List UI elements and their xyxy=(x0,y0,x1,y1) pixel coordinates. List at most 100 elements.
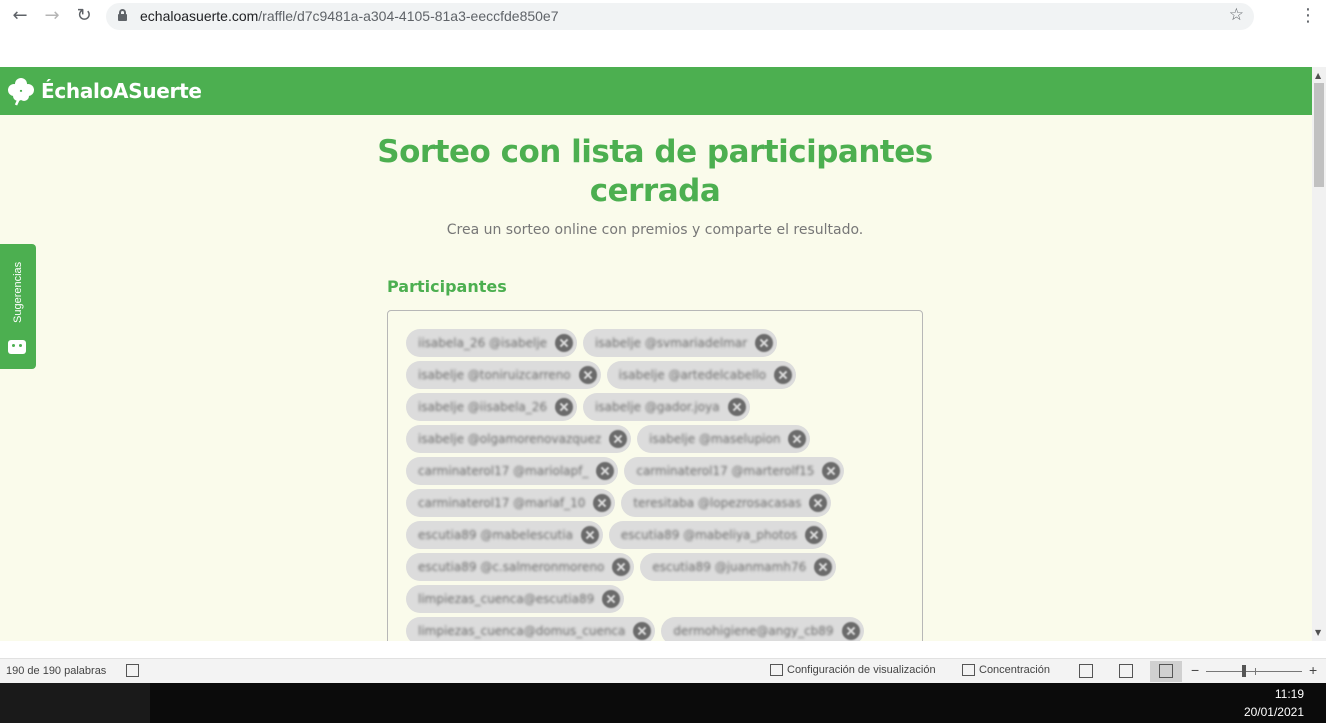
participant-chip: limpiezas_cuenca@escutia89 xyxy=(406,585,625,613)
participant-chip: isabelje @iisabela_26 xyxy=(406,393,578,421)
address-bar[interactable]: echaloasuerte.com/raffle/d7c9481a-a304-4… xyxy=(106,3,1254,30)
participant-row: carminaterol17 @mariolapf_ carminaterol17… xyxy=(406,457,906,489)
remove-participant-icon[interactable] xyxy=(593,494,612,512)
participant-chip: carminaterol17 @mariaf_10 xyxy=(406,489,616,517)
participant-chip: carminaterol17 @marterolf15 xyxy=(624,457,845,485)
participant-name: escutia89 @mabelescutia xyxy=(418,528,573,542)
participant-name: carminaterol17 @mariaf_10 xyxy=(418,496,586,510)
participant-chip: isabelje @maselupion xyxy=(637,425,811,453)
participant-name: carminaterol17 @mariolapf_ xyxy=(418,464,589,478)
remove-participant-icon[interactable] xyxy=(578,366,597,384)
clock-time[interactable]: 11:19 xyxy=(1275,687,1304,701)
participant-name: isabelje @maselupion xyxy=(649,432,781,446)
proofing-icon[interactable] xyxy=(126,664,139,677)
participants-input[interactable]: iisabela_26 @isabelje isabelje @svmariade… xyxy=(387,310,923,641)
clock-date[interactable]: 20/01/2021 xyxy=(1244,705,1304,719)
taskbar: 11:19 20/01/2021 xyxy=(0,683,1326,723)
participant-row: escutia89 @c.salmeronmoreno escutia89 @ju… xyxy=(406,553,906,585)
participants-heading: Participantes xyxy=(387,277,507,296)
remove-participant-icon[interactable] xyxy=(805,526,824,544)
scroll-down-icon[interactable]: ▼ xyxy=(1315,628,1321,637)
participant-chip: isabelje @olgamorenovazquez xyxy=(406,425,632,453)
remove-participant-icon[interactable] xyxy=(755,334,774,352)
site-logo[interactable]: ÉchaloASuerte xyxy=(6,75,202,107)
remove-participant-icon[interactable] xyxy=(602,590,621,608)
word-statusbar: 190 de 190 palabras Configuración de vis… xyxy=(0,658,1326,683)
participant-name: limpiezas_cuenca@domus_cuenca xyxy=(418,624,626,638)
remove-participant-icon[interactable] xyxy=(814,558,833,576)
participant-chip: limpiezas_cuenca@domus_cuenca xyxy=(406,617,656,641)
participant-name: isabelje @svmariadelmar xyxy=(595,336,748,350)
participant-chip: escutia89 @mabeliya_photos xyxy=(608,521,828,549)
focus-icon xyxy=(962,664,975,676)
participant-row: isabelje @olgamorenovazquez isabelje @mas… xyxy=(406,425,906,457)
participant-chip: isabelje @gador.joya xyxy=(583,393,750,421)
participant-name: iisabela_26 @isabelje xyxy=(418,336,548,350)
participant-name: escutia89 @c.salmeronmoreno xyxy=(418,560,605,574)
participant-chip: iisabela_26 @isabelje xyxy=(406,329,578,357)
participant-name: isabelje @gador.joya xyxy=(595,400,720,414)
participant-chip: dermohigiene@angy_cb89 xyxy=(661,617,864,641)
remove-participant-icon[interactable] xyxy=(555,398,574,416)
participant-chip: escutia89 @juanmamh76 xyxy=(640,553,837,581)
scroll-up-icon[interactable]: ▲ xyxy=(1315,71,1321,80)
remove-participant-icon[interactable] xyxy=(774,366,793,384)
remove-participant-icon[interactable] xyxy=(727,398,746,416)
taskbar-app-button[interactable] xyxy=(0,683,150,723)
page-scrollbar[interactable]: ▲ ▼ xyxy=(1312,67,1326,641)
remove-participant-icon[interactable] xyxy=(580,526,599,544)
remove-participant-icon[interactable] xyxy=(822,462,841,480)
bookmark-star-icon[interactable]: ☆ xyxy=(1229,5,1244,25)
page-title: Sorteo con lista de participantes cerrad… xyxy=(377,134,933,209)
participant-row: iisabela_26 @isabelje isabelje @svmariade… xyxy=(406,329,906,361)
participant-name: isabelje @artedelcabello xyxy=(618,368,767,382)
remove-participant-icon[interactable] xyxy=(809,494,828,512)
participant-chip: isabelje @toniruizcarreno xyxy=(406,361,601,389)
remove-participant-icon[interactable] xyxy=(555,334,574,352)
participant-chip: isabelje @artedelcabello xyxy=(606,361,797,389)
focus-label: Concentración xyxy=(979,664,1050,676)
participant-chip: carminaterol17 @mariolapf_ xyxy=(406,457,619,485)
brand-name: ÉchaloASuerte xyxy=(41,79,202,103)
participant-row: carminaterol17 @mariaf_10 teresitaba @lop… xyxy=(406,489,906,521)
remove-participant-icon[interactable] xyxy=(612,558,631,576)
zoom-in-icon[interactable]: + xyxy=(1309,662,1317,678)
participant-chip: isabelje @svmariadelmar xyxy=(583,329,778,357)
participant-name: limpiezas_cuenca@escutia89 xyxy=(418,592,595,606)
remove-participant-icon[interactable] xyxy=(609,430,628,448)
print-layout-icon[interactable] xyxy=(1119,664,1133,678)
display-settings-button[interactable]: Configuración de visualización xyxy=(770,664,936,676)
read-mode-icon[interactable] xyxy=(1079,664,1093,678)
remove-participant-icon[interactable] xyxy=(633,622,652,640)
web-layout-icon xyxy=(1159,664,1173,678)
participant-name: carminaterol17 @marterolf15 xyxy=(636,464,815,478)
participant-name: escutia89 @mabeliya_photos xyxy=(620,528,798,542)
participant-row: isabelje @iisabela_26 isabelje @gador.joy… xyxy=(406,393,906,425)
word-count[interactable]: 190 de 190 palabras xyxy=(6,665,106,677)
remove-participant-icon[interactable] xyxy=(841,622,860,640)
remove-participant-icon[interactable] xyxy=(788,430,807,448)
forward-icon[interactable]: → xyxy=(40,4,64,28)
zoom-slider[interactable] xyxy=(1206,671,1302,672)
clover-icon xyxy=(8,78,34,106)
browser-toolbar: ← → ↻ echaloasuerte.com/raffle/d7c9481a-… xyxy=(0,0,1326,67)
participant-chip: teresitaba @lopezrosacasas xyxy=(621,489,832,517)
reload-icon[interactable]: ↻ xyxy=(72,4,96,28)
zoom-100-mark xyxy=(1255,668,1256,675)
zoom-out-icon[interactable]: − xyxy=(1191,662,1199,678)
back-icon[interactable]: ← xyxy=(8,4,32,28)
remove-participant-icon[interactable] xyxy=(596,462,615,480)
focus-button[interactable]: Concentración xyxy=(962,664,1050,676)
feedback-tab[interactable]: Sugerencias xyxy=(0,244,36,369)
feedback-smile-icon xyxy=(8,340,26,354)
site-header: ÉchaloASuerte xyxy=(0,67,1312,115)
participant-chip: escutia89 @c.salmeronmoreno xyxy=(406,553,635,581)
participant-name: isabelje @olgamorenovazquez xyxy=(418,432,602,446)
page-viewport: ÉchaloASuerte Sugerencias Sorteo con lis… xyxy=(0,67,1326,641)
display-settings-label: Configuración de visualización xyxy=(787,664,936,676)
url-text: echaloasuerte.com/raffle/d7c9481a-a304-4… xyxy=(140,8,559,24)
zoom-slider-thumb[interactable] xyxy=(1242,665,1246,677)
browser-menu-icon[interactable]: ⋮ xyxy=(1298,4,1318,28)
scrollbar-thumb[interactable] xyxy=(1314,83,1324,187)
participant-row: escutia89 @mabelescutia escutia89 @mabeli… xyxy=(406,521,906,553)
